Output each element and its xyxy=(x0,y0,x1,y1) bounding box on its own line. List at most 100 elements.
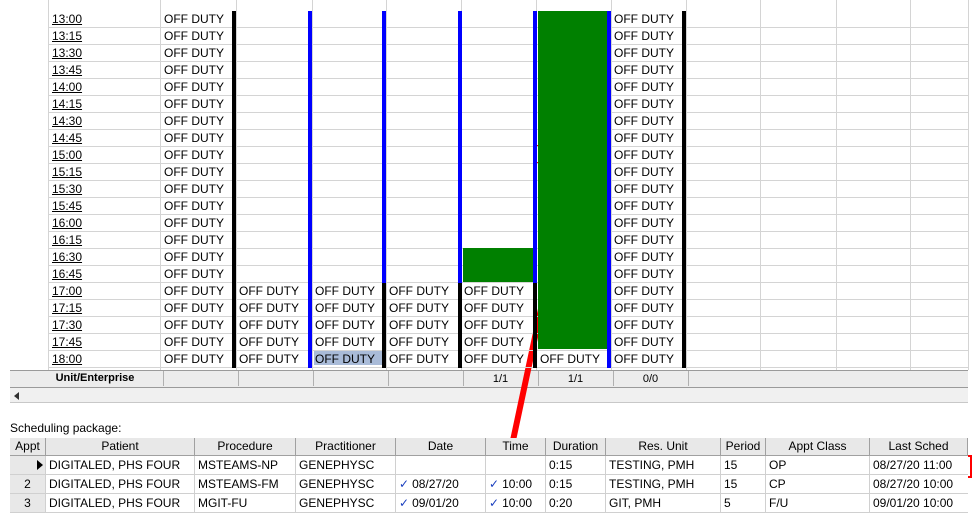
off-duty-cell: OFF DUTY xyxy=(315,284,375,298)
blocked-column-divider xyxy=(607,11,611,368)
table-column-divider xyxy=(194,456,195,475)
off-duty-cell: OFF DUTY xyxy=(614,182,674,196)
table-column-divider xyxy=(720,475,721,494)
time-slot-label[interactable]: 14:30 xyxy=(52,113,106,130)
grid-column-line xyxy=(968,0,969,370)
column-header-period[interactable]: Period xyxy=(721,438,766,456)
off-duty-cell: OFF DUTY xyxy=(464,335,524,349)
off-duty-cell: OFF DUTY xyxy=(164,216,224,230)
table-cell-appt: 2 xyxy=(24,477,31,491)
check-icon: ✓ xyxy=(399,477,410,491)
table-cell-patient: DIGITALED, PHS FOUR xyxy=(49,477,181,491)
column-header-appt[interactable]: Appt xyxy=(10,438,46,456)
time-slot-label[interactable]: 13:00 xyxy=(52,11,106,28)
off-duty-cell: OFF DUTY xyxy=(614,80,674,94)
time-slot-label[interactable]: 17:00 xyxy=(52,283,106,300)
off-duty-cell: OFF DUTY xyxy=(164,318,224,332)
table-cell-value: 10:00 xyxy=(502,496,533,510)
time-slot-label[interactable]: 17:15 xyxy=(52,300,106,317)
off-duty-cell: OFF DUTY xyxy=(164,46,224,60)
off-duty-cell: OFF DUTY xyxy=(164,352,224,366)
off-duty-cell: OFF DUTY xyxy=(614,318,674,332)
available-slot-block[interactable] xyxy=(463,248,533,282)
table-column-divider xyxy=(605,475,606,494)
table-column-divider xyxy=(395,456,396,475)
column-divider xyxy=(533,283,537,368)
grid-column-line xyxy=(236,0,237,370)
check-icon: ✓ xyxy=(489,477,500,491)
table-cell-date xyxy=(399,456,485,474)
time-slot-label[interactable]: 15:45 xyxy=(52,198,106,215)
column-header-date[interactable]: Date xyxy=(396,438,486,456)
off-duty-cell: OFF DUTY xyxy=(164,63,224,77)
table-cell-time: ✓ 10:00 xyxy=(489,475,545,493)
time-slot-label[interactable]: 16:00 xyxy=(52,215,106,232)
time-slot-label[interactable]: 18:00 xyxy=(52,351,106,368)
table-column-divider xyxy=(295,456,296,475)
table-cell-value: 10:00 xyxy=(502,477,533,491)
off-duty-cell: OFF DUTY xyxy=(239,301,299,315)
table-cell-last_sched: 08/27/20 10:00 xyxy=(873,477,954,491)
time-slot-label[interactable]: 15:15 xyxy=(52,164,106,181)
off-duty-cell: OFF DUTY xyxy=(239,284,299,298)
summary-divider xyxy=(163,371,164,386)
column-header-last-sched[interactable]: Last Sched xyxy=(870,438,968,456)
time-slot-label[interactable]: 14:15 xyxy=(52,96,106,113)
off-duty-cell: OFF DUTY xyxy=(315,335,375,349)
table-column-divider xyxy=(869,494,870,513)
time-slot-label[interactable]: 16:15 xyxy=(52,232,106,249)
off-duty-cell: OFF DUTY xyxy=(315,301,375,315)
triangle-right-icon[interactable] xyxy=(37,460,43,470)
summary-value: 1/1 xyxy=(567,373,584,385)
off-duty-cell: OFF DUTY xyxy=(164,165,224,179)
table-cell-date: ✓ 08/27/20 xyxy=(399,475,485,493)
off-duty-cell: OFF DUTY xyxy=(614,199,674,213)
off-duty-cell: OFF DUTY xyxy=(464,301,524,315)
available-slot-block[interactable] xyxy=(538,11,608,349)
time-slot-label[interactable]: 13:45 xyxy=(52,62,106,79)
column-header-patient[interactable]: Patient xyxy=(46,438,195,456)
time-slot-label[interactable]: 17:30 xyxy=(52,317,106,334)
time-slot-label[interactable]: 16:30 xyxy=(52,249,106,266)
time-slot-label[interactable]: 16:45 xyxy=(52,266,106,283)
check-icon: ✓ xyxy=(399,496,410,510)
time-slot-label[interactable]: 14:45 xyxy=(52,130,106,147)
table-cell-procedure: MSTEAMS-NP xyxy=(198,458,279,472)
table-cell-patient: DIGITALED, PHS FOUR xyxy=(49,496,181,510)
table-cell-appt_class: F/U xyxy=(769,496,789,510)
time-slot-label[interactable]: 13:15 xyxy=(52,28,106,45)
table-cell-appt: 3 xyxy=(24,496,31,510)
column-header-res-unit[interactable]: Res. Unit xyxy=(606,438,721,456)
column-header-time[interactable]: Time xyxy=(486,438,546,456)
grid-column-line xyxy=(910,0,911,370)
off-duty-cell: OFF DUTY xyxy=(614,97,674,111)
off-duty-cell: OFF DUTY xyxy=(614,233,674,247)
column-header-practitioner[interactable]: Practitioner xyxy=(296,438,396,456)
time-slot-label[interactable]: 15:00 xyxy=(52,147,106,164)
time-slot-label[interactable]: 13:30 xyxy=(52,45,106,62)
grid-column-line xyxy=(312,0,313,370)
column-header-appt-class[interactable]: Appt Class xyxy=(766,438,870,456)
column-header-procedure[interactable]: Procedure xyxy=(195,438,296,456)
off-duty-cell: OFF DUTY xyxy=(164,250,224,264)
table-cell-last_sched: 09/01/20 10:00 xyxy=(873,496,954,510)
table-cell-last_sched: 08/27/20 11:00 xyxy=(873,458,953,472)
time-slot-label[interactable]: 14:00 xyxy=(52,79,106,96)
table-column-divider xyxy=(194,475,195,494)
time-slot-label[interactable]: 15:30 xyxy=(52,181,106,198)
grid-column-line xyxy=(386,0,387,370)
time-slot-label[interactable]: 17:45 xyxy=(52,334,106,351)
off-duty-cell: OFF DUTY xyxy=(389,335,449,349)
off-duty-cell: OFF DUTY xyxy=(389,301,449,315)
table-column-divider xyxy=(869,456,870,475)
off-duty-cell: OFF DUTY xyxy=(164,199,224,213)
off-duty-cell: OFF DUTY xyxy=(164,29,224,43)
summary-value: 0/0 xyxy=(642,373,659,385)
grid-column-line xyxy=(836,0,837,370)
column-header-duration[interactable]: Duration xyxy=(546,438,606,456)
off-duty-cell: OFF DUTY xyxy=(389,284,449,298)
table-column-divider xyxy=(194,494,195,513)
off-duty-cell: OFF DUTY xyxy=(614,284,674,298)
off-duty-cell: OFF DUTY xyxy=(464,318,524,332)
off-duty-cell: OFF DUTY xyxy=(614,114,674,128)
